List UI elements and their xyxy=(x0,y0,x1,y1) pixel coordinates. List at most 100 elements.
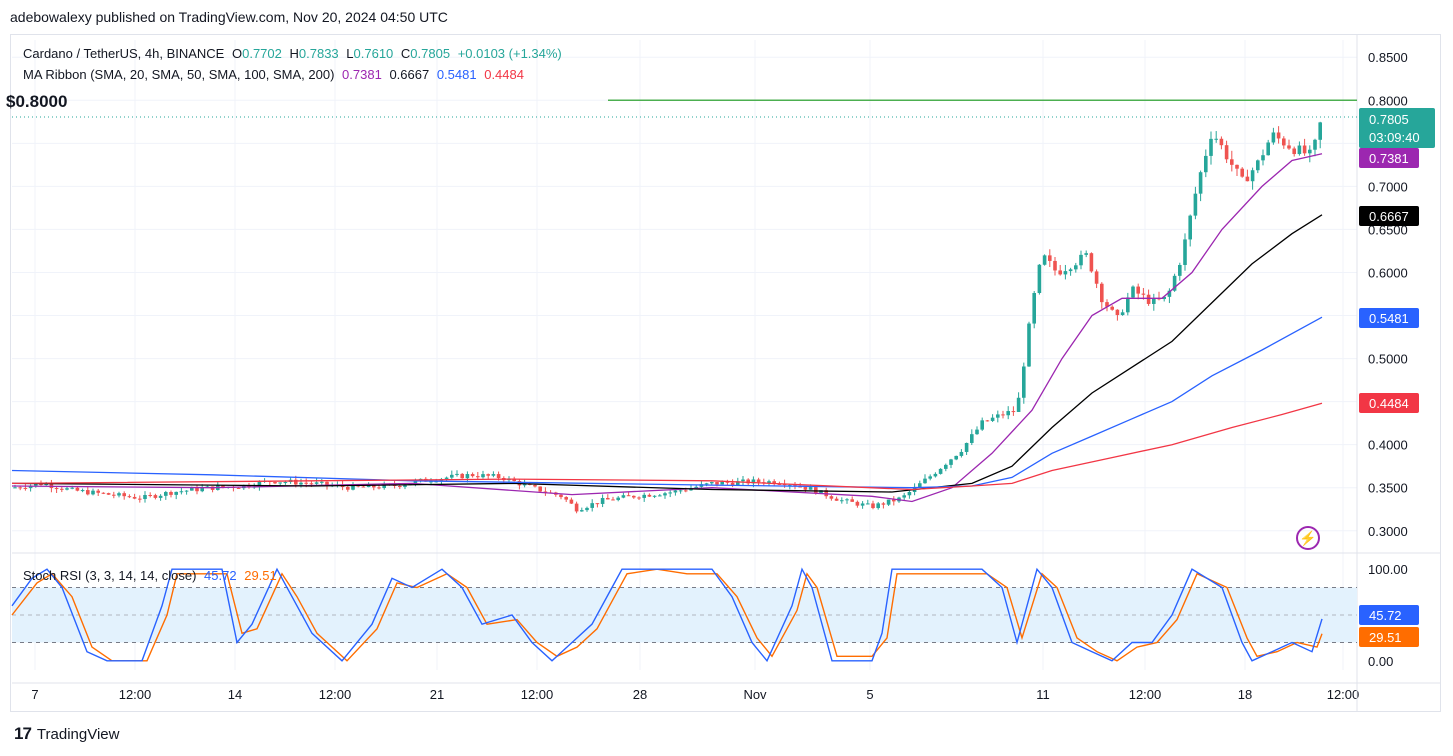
candle-body xyxy=(944,464,948,469)
candle-body xyxy=(236,487,241,489)
candle-body xyxy=(959,451,964,456)
price-tick-label: 0.8500 xyxy=(1368,50,1408,65)
candle-body xyxy=(985,420,990,422)
candle-body xyxy=(626,495,631,497)
candle-body xyxy=(647,494,652,497)
candle-body xyxy=(533,484,537,487)
candle-body xyxy=(980,420,984,430)
candle-body xyxy=(158,495,163,498)
candle-body xyxy=(1250,170,1255,182)
candle-body xyxy=(881,503,886,505)
candle-body xyxy=(398,486,402,488)
candle-body xyxy=(866,503,870,505)
candle-body xyxy=(496,474,501,479)
candle-body xyxy=(970,434,974,443)
candle-body xyxy=(1224,145,1229,160)
ma-legend: MA Ribbon (SMA, 20, SMA, 50, SMA, 100, S… xyxy=(23,67,528,82)
candle-body xyxy=(18,487,22,489)
candle-body xyxy=(704,483,709,485)
footer-brand: TradingView xyxy=(36,725,120,743)
candle-body xyxy=(283,482,288,484)
candle-body xyxy=(1094,271,1099,284)
ma20-value: 0.7381 xyxy=(342,67,382,82)
level-label: $0.8000 xyxy=(6,92,68,111)
candle-body xyxy=(585,507,589,511)
candle-body xyxy=(1006,411,1010,416)
candle-body xyxy=(101,492,106,494)
candle-body xyxy=(715,482,719,485)
candle-body xyxy=(1136,286,1140,294)
chart-canvas[interactable]: 0.30000.35000.40000.45000.50000.55000.60… xyxy=(0,0,1453,756)
price-tick-label: 0.4000 xyxy=(1368,438,1408,453)
candle-body xyxy=(1115,309,1120,316)
candle-body xyxy=(80,490,85,492)
candle-body xyxy=(907,491,912,496)
candle-body xyxy=(1188,215,1192,240)
legend-c-label: C xyxy=(400,46,411,61)
rsi-k-value: 45.72 xyxy=(204,568,237,583)
legend-low: 0.7610 xyxy=(353,46,394,61)
candle-body xyxy=(569,499,574,504)
candle-body xyxy=(606,497,610,500)
candle-body xyxy=(1110,306,1114,310)
ma-line-sma-200 xyxy=(11,402,1323,491)
candle-body xyxy=(684,490,688,492)
candle-body xyxy=(829,496,834,499)
candle-body xyxy=(117,493,121,496)
candle-body xyxy=(1037,264,1042,294)
candle-body xyxy=(1152,298,1156,304)
candle-body xyxy=(632,495,636,498)
candle-body xyxy=(1318,122,1322,140)
candle-body xyxy=(1027,323,1031,367)
candle-body xyxy=(642,494,646,498)
candle-body xyxy=(278,482,282,484)
candle-body xyxy=(860,503,865,506)
price-tick-label: 0.6000 xyxy=(1368,265,1408,280)
candle-body xyxy=(1178,264,1182,276)
candle-body xyxy=(143,494,147,500)
bolt-icon[interactable]: ⚡ xyxy=(1296,526,1320,550)
candle-body xyxy=(850,499,854,502)
candle-body xyxy=(96,490,100,493)
ma200-badge: 0.4484 xyxy=(1369,396,1409,411)
last-price-badge: 0.7805 xyxy=(1369,112,1409,127)
candle-body xyxy=(23,487,28,489)
time-tick-label: 12:00 xyxy=(1327,687,1360,702)
ma50-badge: 0.6667 xyxy=(1369,209,1409,224)
candle-body xyxy=(148,494,152,496)
candle-body xyxy=(106,493,111,495)
candle-body xyxy=(470,474,475,477)
candle-body xyxy=(996,414,1000,418)
candle-body xyxy=(834,498,839,501)
candle-body xyxy=(580,510,584,512)
candle-body xyxy=(658,495,662,497)
candle-body xyxy=(1141,293,1146,295)
candle-body xyxy=(1266,142,1270,156)
candle-body xyxy=(600,497,605,504)
legend-l-label: L xyxy=(346,46,354,61)
candle-body xyxy=(132,496,137,499)
ma20-badge: 0.7381 xyxy=(1369,151,1409,166)
candle-body xyxy=(1204,155,1208,173)
candle-body xyxy=(1032,293,1036,324)
candle-body xyxy=(621,495,626,498)
time-tick-label: 12:00 xyxy=(119,687,152,702)
ma50-value: 0.6667 xyxy=(389,67,430,82)
candle-body xyxy=(1120,312,1125,316)
candle-body xyxy=(361,486,366,488)
candle-body xyxy=(1209,138,1213,156)
candle-body xyxy=(122,493,126,497)
candle-body xyxy=(1230,159,1234,165)
candle-body xyxy=(1084,253,1088,255)
time-tick-label: 14 xyxy=(228,687,242,702)
ma-line-sma-100 xyxy=(11,316,1323,489)
ma-ribbon-name: MA Ribbon (SMA, 20, SMA, 50, SMA, 100, S… xyxy=(23,67,335,82)
legend-change: +0.0103 (+1.34%) xyxy=(457,46,562,61)
candle-body xyxy=(902,495,906,498)
time-tick-label: 12:00 xyxy=(1129,687,1162,702)
candle-body xyxy=(1058,270,1062,275)
candle-body xyxy=(13,487,17,489)
price-legend: Cardano / TetherUS, 4h, BINANCE O0.7702 … xyxy=(23,46,566,61)
candle-body xyxy=(169,492,173,495)
candle-body xyxy=(949,459,953,465)
